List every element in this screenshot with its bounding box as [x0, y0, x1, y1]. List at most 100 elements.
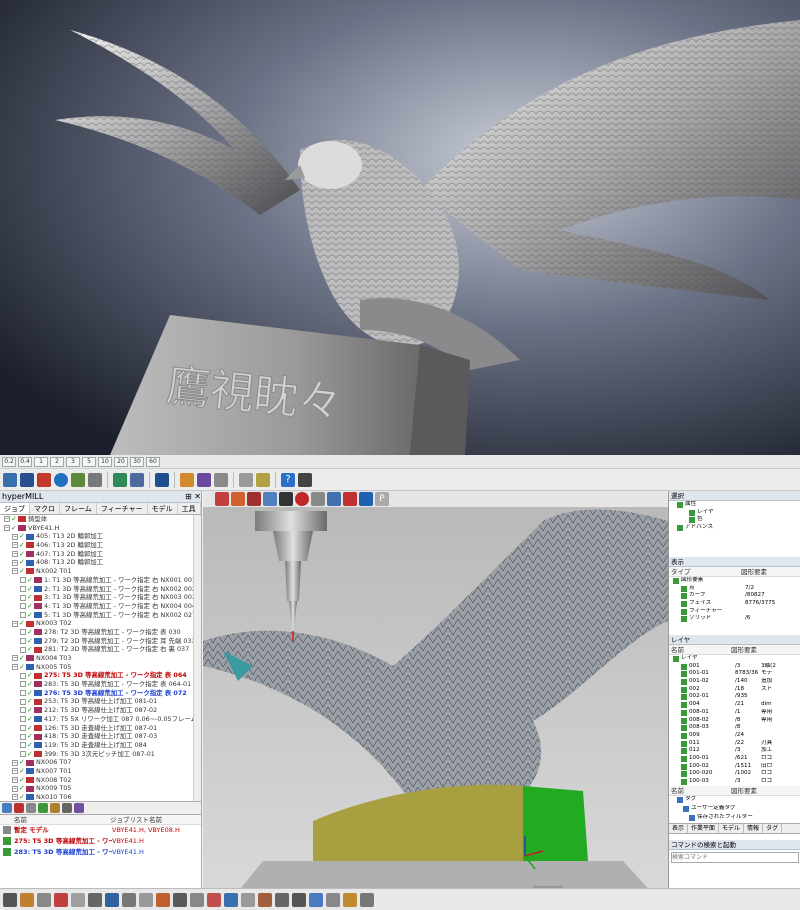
right-tab[interactable]: 表示 — [669, 824, 689, 833]
modeling-tool-icon[interactable] — [173, 892, 187, 907]
info-icon[interactable] — [298, 472, 312, 487]
check-icon[interactable]: ✓ — [19, 654, 26, 663]
stock-icon[interactable] — [343, 492, 357, 506]
modeling-tool-icon[interactable] — [122, 892, 136, 907]
type-row[interactable]: カーブ/80827 — [669, 592, 800, 600]
panel-tab[interactable]: マクロ — [30, 503, 60, 514]
check-icon[interactable]: ✓ — [19, 558, 26, 567]
layer-row[interactable]: 011/22 刃具 — [669, 740, 800, 748]
view-iso-icon[interactable] — [263, 492, 277, 506]
expand-icon[interactable] — [20, 716, 26, 723]
measure-icon[interactable] — [239, 472, 253, 487]
tree-row[interactable]: ✓ 399: T5 3D 3次元ピッチ加工 087-01 — [0, 750, 201, 759]
database-icon[interactable] — [130, 472, 144, 487]
section-icon[interactable] — [311, 492, 325, 506]
speed-button[interactable]: 5 — [82, 456, 96, 467]
modeling-tool-icon[interactable] — [37, 892, 51, 907]
tree-row[interactable]: − ✓ NX007 T01 — [0, 767, 201, 776]
check-icon[interactable]: ✓ — [27, 593, 34, 602]
tree-row[interactable]: − ✓ NX003 T02 — [0, 619, 201, 628]
check-icon[interactable]: ✓ — [19, 532, 26, 541]
right-tab[interactable]: モデル — [719, 824, 745, 833]
layer-row[interactable]: 008-03/8 — [669, 724, 800, 732]
expand-icon[interactable] — [20, 750, 26, 757]
machine-icon[interactable] — [197, 472, 211, 487]
layer-row[interactable]: 012/3 加工 — [669, 747, 800, 755]
expand-icon[interactable]: − — [12, 559, 18, 566]
panel-tab[interactable]: 工具 — [178, 503, 201, 514]
layer-row[interactable]: 001-01 8783/36 モデ — [669, 670, 800, 678]
report-icon[interactable] — [214, 472, 228, 487]
panel-tab[interactable]: フィーチャー — [97, 503, 148, 514]
tree-row[interactable]: − ✓ NX006 T07 — [0, 758, 201, 767]
expand-icon[interactable] — [20, 577, 26, 584]
expand-icon[interactable]: − — [12, 785, 18, 792]
panel-tab[interactable]: モデル — [148, 503, 178, 514]
expand-icon[interactable]: − — [12, 664, 18, 671]
tree-row[interactable]: ✓ 283: T5 3D 等高線荒加工 - ワーク指定 表 064-01 — [0, 680, 201, 689]
check-icon[interactable]: ✓ — [27, 741, 34, 750]
right-tab[interactable]: 情報 — [744, 824, 764, 833]
check-icon[interactable]: ✓ — [19, 567, 26, 576]
selection-item[interactable]: 色 — [675, 516, 800, 524]
nc-icon[interactable] — [155, 472, 169, 487]
expand-icon[interactable] — [20, 707, 26, 714]
modeling-tool-icon[interactable] — [258, 892, 272, 907]
expand-icon[interactable]: − — [12, 568, 18, 575]
expand-icon[interactable]: − — [12, 794, 18, 801]
check-icon[interactable]: ✓ — [27, 602, 34, 611]
check-icon[interactable]: ✓ — [19, 793, 26, 801]
speed-button[interactable]: 60 — [146, 456, 160, 467]
speed-button[interactable]: 0.2 — [2, 456, 16, 467]
speed-button[interactable]: 3 — [66, 456, 80, 467]
layer-row[interactable]: 008-01/1 専用 — [669, 709, 800, 717]
type-row[interactable]: 点 7/2 — [669, 585, 800, 593]
check-icon[interactable]: ✓ — [27, 697, 34, 706]
check-icon[interactable]: ✓ — [27, 680, 34, 689]
check-icon[interactable]: ✓ — [19, 619, 26, 628]
type-row[interactable]: ソリッド/6 — [669, 615, 800, 623]
p-icon[interactable]: P — [375, 492, 389, 506]
check-icon[interactable]: ✓ — [27, 750, 34, 759]
layer-row[interactable]: 100-02/1511 旧ロ — [669, 763, 800, 771]
right-tab[interactable]: 作業平面 — [688, 824, 720, 833]
list-item[interactable]: 283: T5 3D 等高線荒加工 - ワーク...VBYE41.H — [0, 847, 201, 858]
simulate-icon[interactable] — [180, 472, 194, 487]
tree-row[interactable]: − ✓ 鋳型体 — [0, 515, 201, 524]
tree-row[interactable]: ✓ 278: T2 3D 等高線荒加工 - ワーク指定 表 030 — [0, 628, 201, 637]
hidden-icon[interactable] — [247, 492, 261, 506]
check-icon[interactable]: ✓ — [27, 645, 34, 654]
expand-icon[interactable]: − — [12, 542, 18, 549]
layer-row[interactable]: 100-020/1002 ロゴ — [669, 770, 800, 778]
expand-icon[interactable]: − — [12, 655, 18, 662]
check-icon[interactable]: ✓ — [27, 724, 34, 733]
tree-row[interactable]: ✓ 126: T5 3D 走査線仕上げ加工 087-01 — [0, 724, 201, 733]
check-icon[interactable]: ✓ — [27, 732, 34, 741]
layer-row[interactable]: 009/24 — [669, 732, 800, 740]
stop-icon[interactable] — [295, 492, 309, 506]
layer-row[interactable]: 002-01/935 — [669, 693, 800, 701]
search-icon[interactable] — [54, 472, 68, 487]
tree-row[interactable]: ✓ 4: T1 3D 等高線荒加工 - ワーク指定 右 NX004 004 — [0, 602, 201, 611]
tool-icon[interactable] — [71, 472, 85, 487]
expand-icon[interactable] — [20, 681, 26, 688]
speed-button[interactable]: 30 — [130, 456, 144, 467]
type-row[interactable]: 図形要素 — [669, 577, 800, 585]
help-icon[interactable]: ? — [281, 472, 295, 487]
type-row[interactable]: フェイス 8776/3775 — [669, 600, 800, 608]
check-icon[interactable]: ✓ — [11, 515, 18, 524]
modeling-tool-icon[interactable] — [71, 892, 85, 907]
type-row[interactable]: フィーチャー — [669, 608, 800, 616]
tree-row[interactable]: − ✓ NX009 T05 — [0, 784, 201, 793]
tree-row[interactable]: − ✓ 406: T13 2D 輪郭加工 — [0, 541, 201, 550]
expand-icon[interactable]: − — [12, 620, 18, 627]
selection-item[interactable]: アドバンス — [675, 524, 800, 532]
cad-model-view[interactable] — [203, 491, 668, 910]
tree-row[interactable]: ✓ 1: T1 3D 等高線荒加工 - ワーク指定 右 NX001 001 — [0, 576, 201, 585]
check-icon[interactable]: ✓ — [27, 715, 34, 724]
speed-button[interactable]: 2 — [50, 456, 64, 467]
delete-icon[interactable] — [14, 803, 24, 813]
list-icon[interactable] — [20, 472, 34, 487]
check-icon[interactable]: ✓ — [19, 767, 26, 776]
speed-button[interactable]: 1 — [34, 456, 48, 467]
